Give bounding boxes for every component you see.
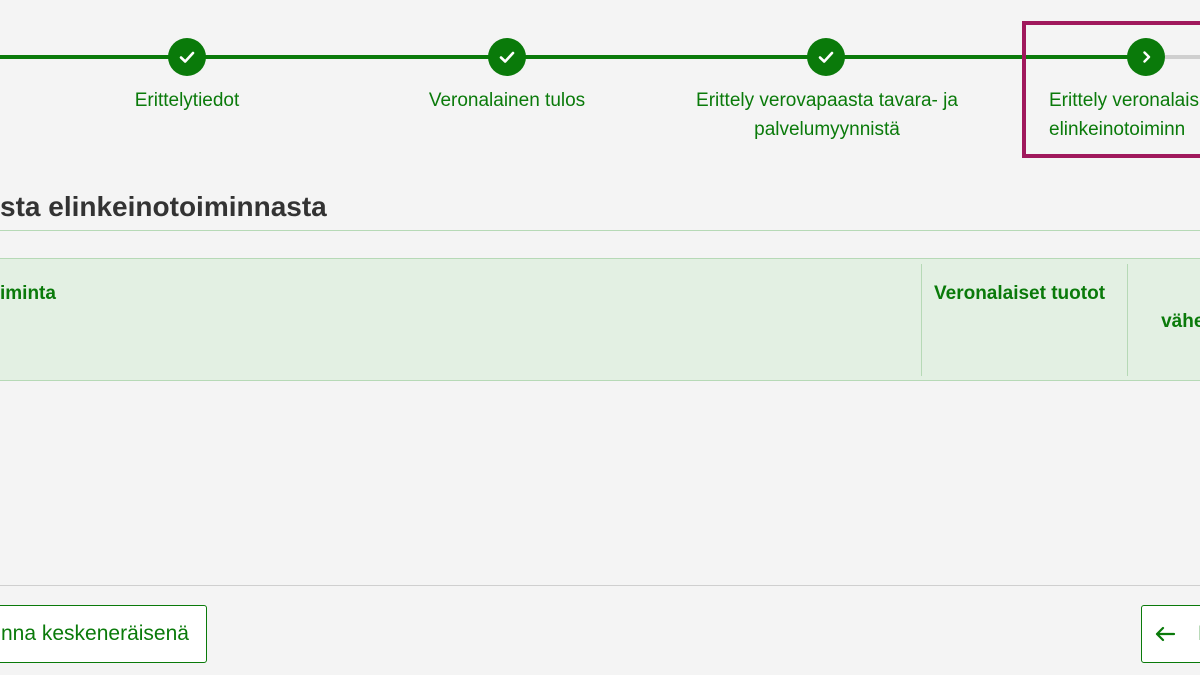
column-header-taxable-income: Veronalaiset tuotot xyxy=(934,283,1106,304)
column-header-deductions: V vähen xyxy=(1161,311,1200,332)
save-draft-label: nna keskeneräisenä xyxy=(1,622,189,645)
save-draft-button[interactable]: nna keskeneräisenä xyxy=(0,605,207,663)
step-2-check-icon[interactable] xyxy=(488,38,526,76)
step-4-label[interactable]: Erittely veronalais elinkeinotoiminn xyxy=(1049,86,1200,144)
arrow-left-icon xyxy=(1154,624,1176,644)
column-header-activity: iminta xyxy=(0,283,56,304)
column-divider xyxy=(921,264,922,376)
step-3-label[interactable]: Erittely verovapaasta tavara- ja palvelu… xyxy=(677,86,977,144)
step-3-check-icon[interactable] xyxy=(807,38,845,76)
step-4-chevron-right-icon[interactable] xyxy=(1127,38,1165,76)
table-header: iminta Veronalaiset tuotot V vähen xyxy=(0,258,1200,381)
step-2-label[interactable]: Veronalainen tulos xyxy=(357,86,657,115)
back-button[interactable]: E xyxy=(1141,605,1200,663)
title-divider xyxy=(0,230,1200,231)
footer-divider xyxy=(0,585,1200,586)
column-divider xyxy=(1127,264,1128,376)
step-1-check-icon[interactable] xyxy=(168,38,206,76)
page: Erittelytiedot Veronalainen tulos Eritte… xyxy=(0,0,1200,675)
section-title: sta elinkeinotoiminnasta xyxy=(0,191,327,222)
step-1-label[interactable]: Erittelytiedot xyxy=(37,86,337,115)
